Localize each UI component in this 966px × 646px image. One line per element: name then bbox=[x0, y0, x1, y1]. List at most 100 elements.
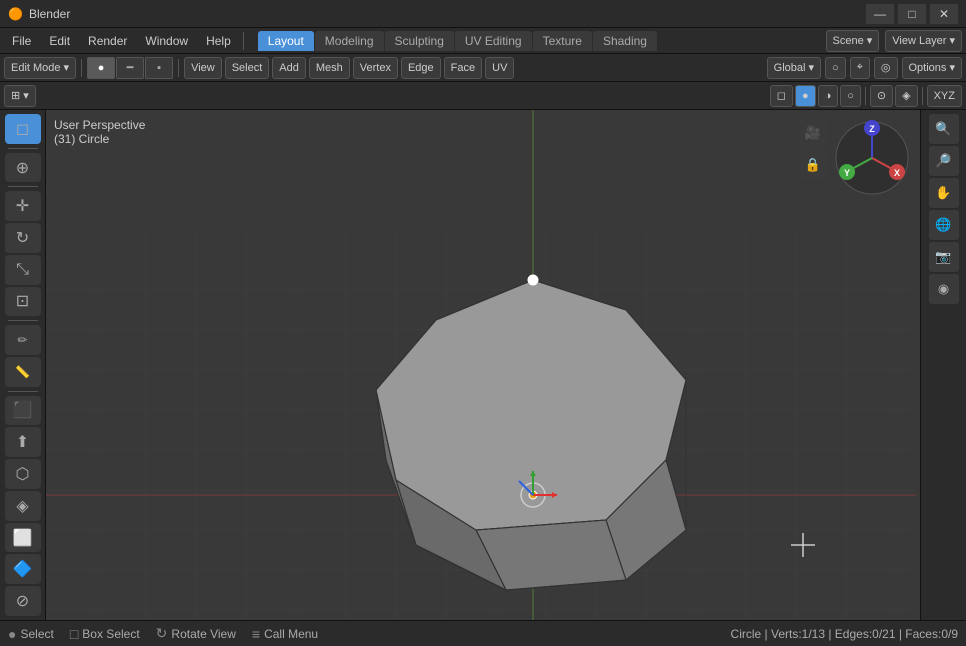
view-camera-button[interactable]: 🎥 bbox=[798, 118, 828, 148]
inset-button[interactable]: ⬡ bbox=[5, 459, 41, 489]
pivot-point[interactable]: ◎ bbox=[874, 57, 898, 79]
overlay-toggle[interactable]: ⊙ bbox=[870, 85, 893, 107]
statusbar: ● Select □ Box Select ↻ Rotate View ≡ Ca… bbox=[0, 620, 966, 646]
options-menu[interactable]: Options ▾ bbox=[902, 57, 963, 79]
svg-text:Y: Y bbox=[844, 168, 850, 178]
zoom-out-button[interactable]: 🔎 bbox=[929, 146, 959, 176]
select-label: Select bbox=[20, 627, 53, 641]
pan-button[interactable]: ✋ bbox=[929, 178, 959, 208]
box-select-label: Box Select bbox=[82, 627, 139, 641]
titlebar-title: Blender bbox=[29, 7, 70, 21]
view-menu[interactable]: View bbox=[184, 57, 222, 79]
header-area: ⊞ ▾ ◻ ● ◑ ○ ⊙ ◈ XYZ bbox=[0, 82, 966, 110]
menubar: File Edit Render Window Help Layout Mode… bbox=[0, 28, 966, 54]
workspace-modeling[interactable]: Modeling bbox=[315, 31, 384, 51]
loop-cut-button[interactable]: ⬜ bbox=[5, 523, 41, 553]
add-menu[interactable]: Add bbox=[272, 57, 306, 79]
shading-sep bbox=[865, 87, 866, 105]
display-mode-button[interactable]: ◉ bbox=[929, 274, 959, 304]
workspace-texture[interactable]: Texture bbox=[533, 31, 592, 51]
menu-help[interactable]: Help bbox=[198, 32, 239, 50]
camera-view-button[interactable]: 📷 bbox=[929, 242, 959, 272]
view-layer-selector[interactable]: View Layer ▾ bbox=[885, 30, 962, 52]
menu-render[interactable]: Render bbox=[80, 32, 135, 50]
edge-select-mode[interactable]: ━ bbox=[116, 57, 144, 79]
cursor-tool-button[interactable]: ⊕ bbox=[5, 153, 41, 183]
uv-menu[interactable]: UV bbox=[485, 57, 514, 79]
add-cube-button[interactable]: ⬛ bbox=[5, 396, 41, 426]
mesh-select-modes: ● ━ ▪ bbox=[87, 57, 173, 79]
knife-button[interactable]: 🔷 bbox=[5, 554, 41, 584]
bevel-button[interactable]: ◈ bbox=[5, 491, 41, 521]
editor-type[interactable]: ⊞ ▾ bbox=[4, 85, 36, 107]
transform-tool-button[interactable]: ⊡ bbox=[5, 287, 41, 317]
right-toolbar: 🔍 🔎 ✋ 🌐 📷 ◉ bbox=[920, 110, 966, 620]
select-tool-button[interactable]: ◻ bbox=[5, 114, 41, 144]
status-call-menu: ≡ Call Menu bbox=[252, 626, 318, 642]
view-lock-button[interactable]: 🔒 bbox=[798, 150, 828, 180]
annotate-tool-button[interactable]: ✏ bbox=[5, 325, 41, 355]
mode-selector[interactable]: Edit Mode ▾ bbox=[4, 57, 76, 79]
viewport-shading-material[interactable]: ◑ bbox=[818, 85, 839, 107]
header-sep-2 bbox=[178, 59, 179, 77]
perspective-label: User Perspective bbox=[54, 118, 145, 132]
workspace-uv-editing[interactable]: UV Editing bbox=[455, 31, 532, 51]
workspace-tabs: Layout Modeling Sculpting UV Editing Tex… bbox=[258, 31, 657, 51]
viewport-shading-rendered[interactable]: ○ bbox=[840, 85, 861, 107]
xray-toggle[interactable]: ◈ bbox=[895, 85, 917, 107]
menu-edit[interactable]: Edit bbox=[41, 32, 78, 50]
left-toolbar: ◻ ⊕ ✛ ↻ ⤡ ⊡ ✏ 📏 ⬛ ⬆ ⬡ ◈ ⬜ 🔷 ⊘ bbox=[0, 110, 46, 620]
edge-menu[interactable]: Edge bbox=[401, 57, 441, 79]
rotate-label: Rotate View bbox=[171, 627, 235, 641]
face-select-mode[interactable]: ▪ bbox=[145, 57, 173, 79]
menu-file[interactable]: File bbox=[4, 32, 39, 50]
maximize-button[interactable]: □ bbox=[898, 4, 926, 24]
viewport-info: User Perspective (31) Circle bbox=[54, 118, 145, 146]
workspace-sculpting[interactable]: Sculpting bbox=[385, 31, 454, 51]
vertex-menu[interactable]: Vertex bbox=[353, 57, 398, 79]
orbit-button[interactable]: 🌐 bbox=[929, 210, 959, 240]
minimize-button[interactable]: — bbox=[866, 4, 894, 24]
object-name-label: (31) Circle bbox=[54, 132, 145, 146]
proportional-editing[interactable]: ○ bbox=[825, 57, 846, 79]
blender-logo: 🟠 bbox=[8, 7, 23, 21]
svg-text:X: X bbox=[894, 168, 900, 178]
workspace-layout[interactable]: Layout bbox=[258, 31, 314, 51]
scene-selector[interactable]: Scene ▾ bbox=[826, 30, 880, 52]
header-sep-1 bbox=[81, 59, 82, 77]
vertex-select-mode[interactable]: ● bbox=[87, 57, 115, 79]
select-menu[interactable]: Select bbox=[225, 57, 270, 79]
scale-tool-button[interactable]: ⤡ bbox=[5, 255, 41, 285]
menu-window[interactable]: Window bbox=[137, 32, 196, 50]
view3d-header: Edit Mode ▾ ● ━ ▪ View Select Add Mesh V… bbox=[0, 54, 966, 82]
viewport-shading-solid[interactable]: ● bbox=[795, 85, 816, 107]
mesh-menu[interactable]: Mesh bbox=[309, 57, 350, 79]
rotate-icon: ↻ bbox=[156, 625, 168, 642]
snapping[interactable]: ⌖ bbox=[850, 57, 870, 79]
rotate-tool-button[interactable]: ↻ bbox=[5, 223, 41, 253]
toolbar-separator-3 bbox=[8, 320, 38, 321]
bisect-button[interactable]: ⊘ bbox=[5, 586, 41, 616]
global-transform[interactable]: Global ▾ bbox=[767, 57, 821, 79]
measure-tool-button[interactable]: 📏 bbox=[5, 357, 41, 387]
main-area: ◻ ⊕ ✛ ↻ ⤡ ⊡ ✏ 📏 ⬛ ⬆ ⬡ ◈ ⬜ 🔷 ⊘ bbox=[0, 110, 966, 620]
viewport-axes[interactable]: XYZ bbox=[927, 85, 962, 107]
zoom-in-button[interactable]: 🔍 bbox=[929, 114, 959, 144]
navigation-gizmo[interactable]: Z X Y bbox=[832, 118, 912, 198]
titlebar-left: 🟠 Blender bbox=[8, 7, 70, 21]
workspace-shading[interactable]: Shading bbox=[593, 31, 657, 51]
toolbar-separator-1 bbox=[8, 148, 38, 149]
viewport-shading-wireframe[interactable]: ◻ bbox=[770, 85, 793, 107]
move-tool-button[interactable]: ✛ bbox=[5, 191, 41, 221]
face-menu[interactable]: Face bbox=[444, 57, 482, 79]
status-select: ● Select bbox=[8, 626, 54, 642]
toolbar-separator-2 bbox=[8, 186, 38, 187]
titlebar: 🟠 Blender — □ ✕ bbox=[0, 0, 966, 28]
viewport-svg bbox=[46, 110, 920, 620]
call-menu-icon: ≡ bbox=[252, 626, 260, 642]
close-button[interactable]: ✕ bbox=[930, 4, 958, 24]
titlebar-controls: — □ ✕ bbox=[866, 4, 958, 24]
status-rotate: ↻ Rotate View bbox=[156, 625, 236, 642]
viewport-3d[interactable]: User Perspective (31) Circle Z X Y bbox=[46, 110, 920, 620]
extrude-button[interactable]: ⬆ bbox=[5, 427, 41, 457]
